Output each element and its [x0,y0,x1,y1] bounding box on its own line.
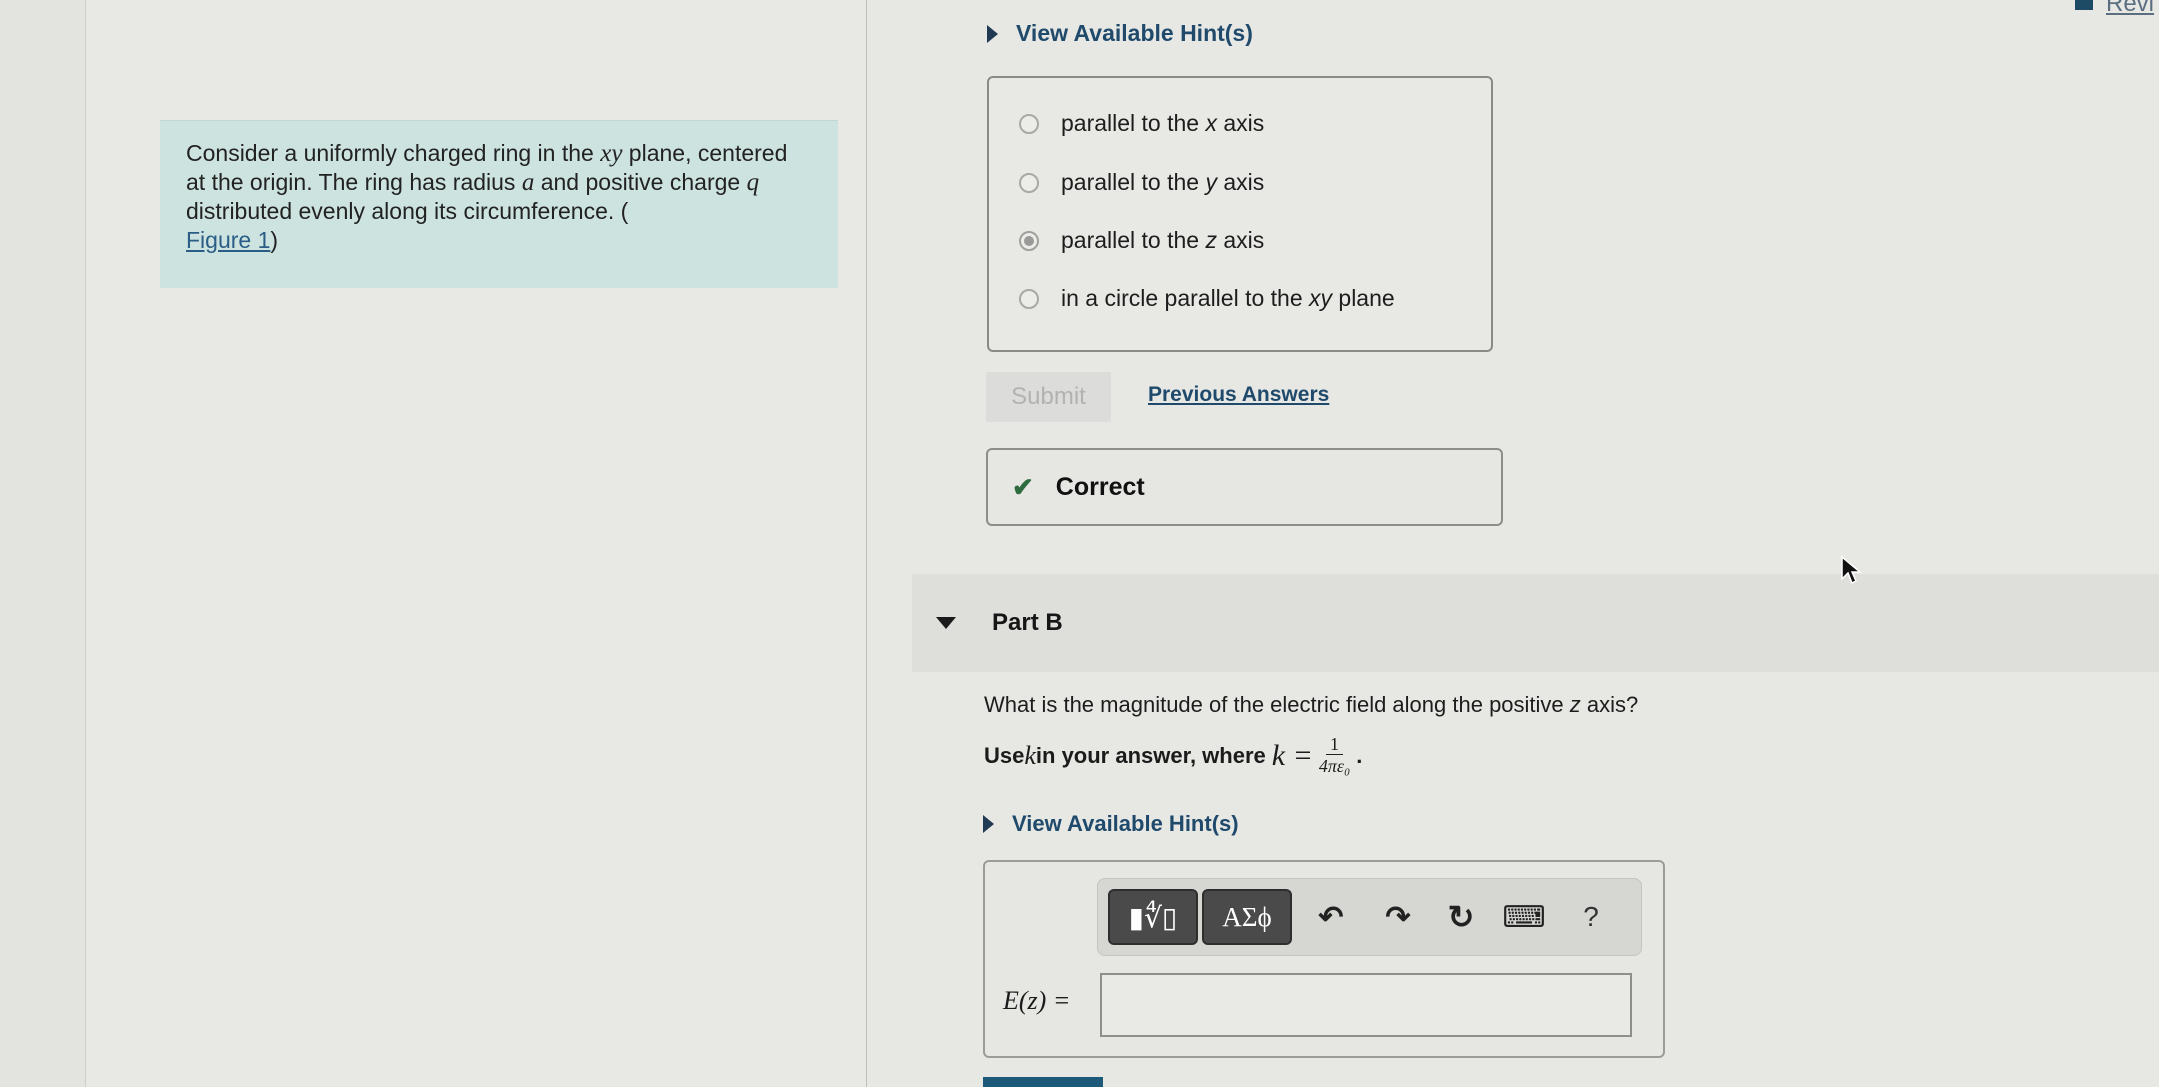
undo-icon[interactable]: ↶ [1313,899,1349,935]
part-b-header[interactable]: Part B [912,574,2159,672]
greek-icon: ΑΣϕ [1222,901,1272,932]
choice-label: parallel to the y axis [1061,169,1265,195]
problem-intro: Consider a uniformly charged ring in the… [160,120,838,288]
figure-1-link[interactable]: Figure 1 [186,227,270,253]
greek-symbols-button[interactable]: ΑΣϕ [1202,889,1292,945]
help-icon[interactable]: ? [1573,899,1609,935]
choice-x-axis[interactable]: parallel to the x axis [1019,110,1264,137]
choice-label: parallel to the z axis [1061,227,1265,253]
var-xy: xy [600,140,623,167]
choice-xy-plane-circle[interactable]: in a circle parallel to the xy plane [1019,285,1395,312]
choice-y-axis[interactable]: parallel to the y axis [1019,169,1264,196]
k-equation: k = [1271,738,1313,772]
submit-button-part-b[interactable] [983,1077,1103,1087]
submit-button-disabled[interactable]: Submit [986,372,1111,422]
templates-button[interactable]: ▮∜▯ [1108,889,1198,945]
fraction: 1 4πε₀ [1318,734,1351,776]
choice-z-axis[interactable]: parallel to the z axis [1019,227,1264,254]
use-k-instruction: Use k in your answer, where k = 1 4πε₀ . [984,734,1363,776]
hints-label: View Available Hint(s) [1016,20,1253,46]
hints-label: View Available Hint(s) [1012,811,1239,836]
answer-label: E(z) = [1003,986,1071,1015]
previous-answers-link[interactable]: Previous Answers [1148,383,1329,407]
keyboard-icon[interactable]: ⌨ [1502,899,1545,935]
feedback-label: Correct [1055,472,1145,501]
check-icon: ✔ [1012,471,1034,502]
templates-icon: ▮∜▯ [1128,901,1178,933]
caret-right-icon [983,815,994,833]
intro-text: Consider a uniformly charged ring in the [186,140,601,166]
part-b-question: What is the magnitude of the electric fi… [984,692,1639,717]
caret-right-icon [987,24,998,43]
radio-button[interactable] [1019,113,1039,134]
feedback-correct: ✔ Correct [986,448,1503,526]
part-b-title: Part B [992,609,1063,636]
review-link[interactable]: Revi [2106,0,2154,18]
radio-button[interactable] [1019,288,1039,309]
part-a-hints-toggle[interactable]: View Available Hint(s) [987,20,1253,47]
radio-button-selected[interactable] [1019,230,1039,251]
answer-input[interactable] [1100,973,1632,1037]
intro-text: distributed evenly along its circumferen… [186,198,629,224]
intro-text: ) [270,227,279,253]
choice-label: parallel to the x axis [1061,110,1265,136]
choice-label: in a circle parallel to the xy plane [1061,285,1395,311]
review-icon [2075,0,2093,10]
mouse-cursor-icon [1841,555,1862,585]
intro-text: and positive charge [534,169,747,195]
answer-choices: parallel to the x axis parallel to the y… [987,76,1493,352]
caret-down-icon [936,617,956,629]
var-q: q [746,169,760,196]
part-b-hints-toggle[interactable]: View Available Hint(s) [983,811,1239,837]
reset-icon[interactable]: ↻ [1443,899,1479,935]
redo-icon[interactable]: ↷ [1380,899,1416,935]
radio-button[interactable] [1019,172,1039,193]
math-toolbar: ▮∜▯ ΑΣϕ ↶ ↷ ↻ ⌨ ? [1097,878,1642,956]
var-a: a [521,169,535,196]
